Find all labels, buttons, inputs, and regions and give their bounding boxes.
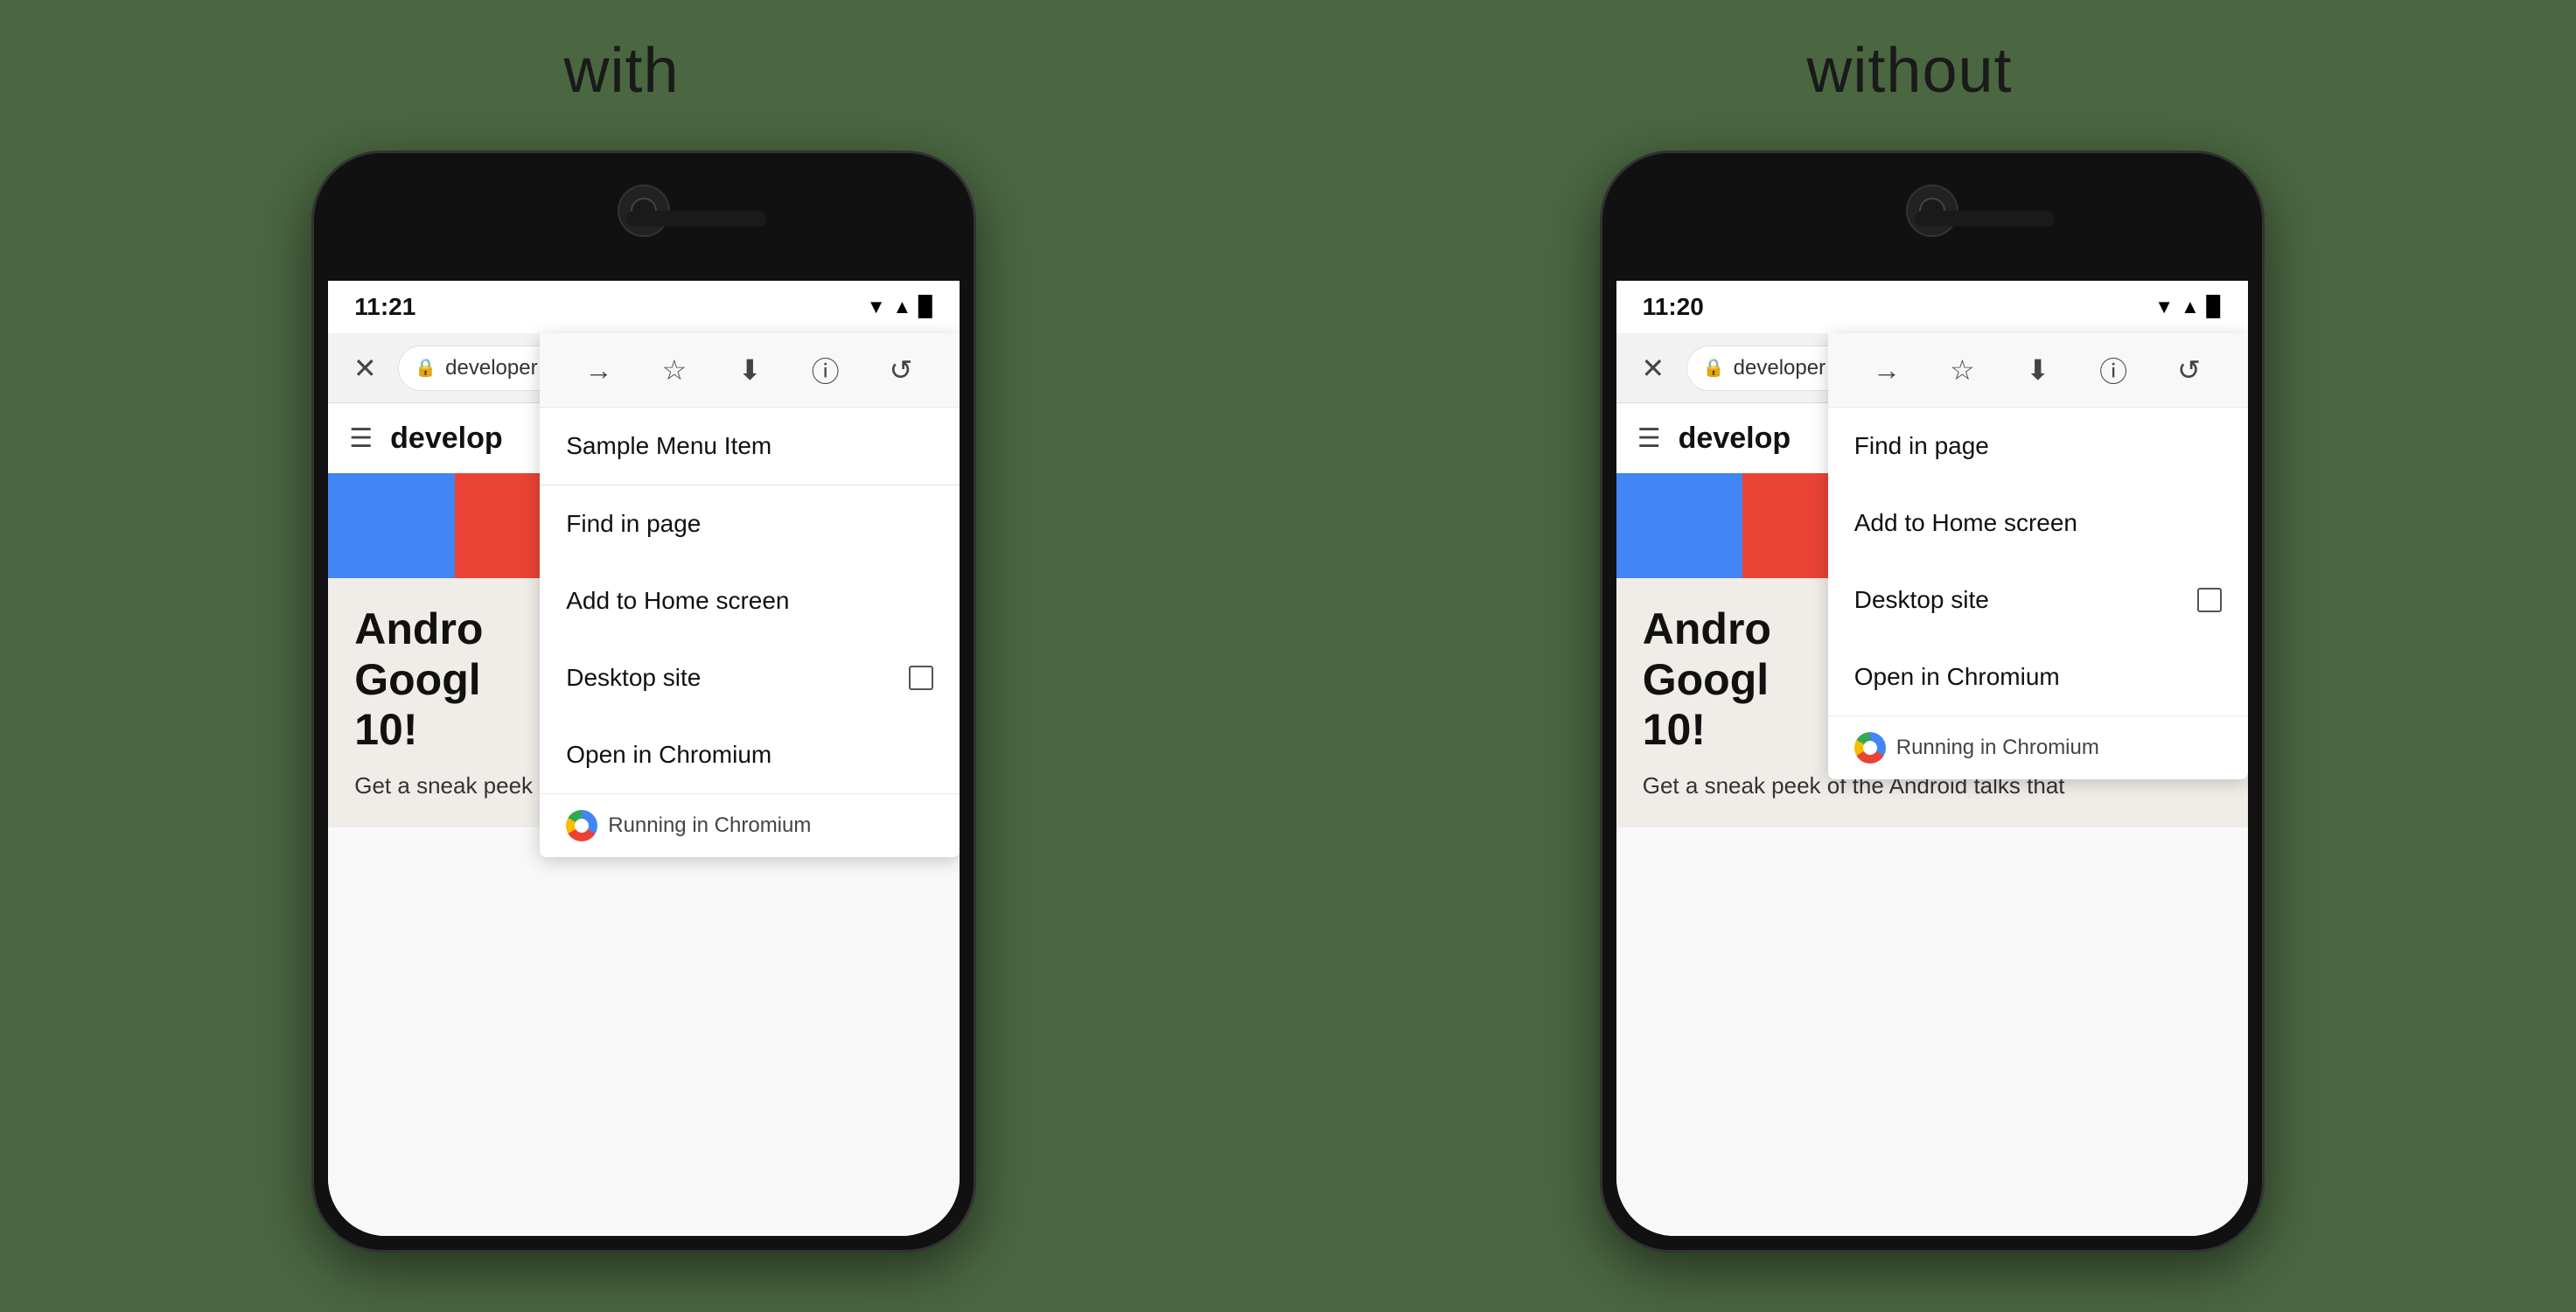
phone-screen-right: 11:20 ▼ ▲ ▉ ✕ 🔒 developer <box>1616 281 2248 1236</box>
close-button-left[interactable]: ✕ <box>346 349 384 387</box>
forward-icon-right[interactable]: → <box>1864 347 1909 393</box>
lock-icon-left: 🔒 <box>415 357 436 379</box>
menu-overlay-right: → ☆ ⬇ ⓘ ↺ Find in page Add to Home scree… <box>1828 333 2248 779</box>
phone-without: 11:20 ▼ ▲ ▉ ✕ 🔒 developer <box>1600 150 2265 1253</box>
status-bar-left: 11:21 ▼ ▲ ▉ <box>328 281 960 333</box>
hamburger-icon-right: ☰ <box>1637 423 1661 454</box>
info-icon-right[interactable]: ⓘ <box>2091 347 2136 393</box>
phone-with-inner: 11:21 ▼ ▲ ▉ ✕ 🔒 developer <box>328 167 960 1236</box>
status-bar-right: 11:20 ▼ ▲ ▉ <box>1616 281 2248 333</box>
phone-without-inner: 11:20 ▼ ▲ ▉ ✕ 🔒 developer <box>1616 167 2248 1236</box>
download-icon-left[interactable]: ⬇ <box>727 347 772 393</box>
labels-row: with without <box>0 0 2576 133</box>
add-to-home-left[interactable]: Add to Home screen <box>540 562 960 639</box>
chromium-icon-right <box>1854 732 1886 764</box>
close-button-right[interactable]: ✕ <box>1634 349 1672 387</box>
menu-overlay-left: → ☆ ⬇ ⓘ ↺ Sample Menu Item Find in page <box>540 333 960 857</box>
phone-screen-left: 11:21 ▼ ▲ ▉ ✕ 🔒 developer <box>328 281 960 1236</box>
app-title-left: develop <box>390 422 502 456</box>
lock-icon-right: 🔒 <box>1703 357 1725 379</box>
chromium-icon-inner-left <box>575 819 589 833</box>
hamburger-icon-left: ☰ <box>349 423 373 454</box>
download-icon-right[interactable]: ⬇ <box>2015 347 2061 393</box>
address-text-right: developer <box>1734 356 1826 380</box>
chromium-icon-left <box>566 810 597 841</box>
running-badge-right: Running in Chromium <box>1828 715 2248 779</box>
status-icons-left: ▼ ▲ ▉ <box>867 296 933 318</box>
refresh-icon-left[interactable]: ↺ <box>878 347 924 393</box>
app-title-right: develop <box>1679 422 1791 456</box>
phone-top-bar-right <box>1616 167 2248 281</box>
with-label: with <box>563 35 679 107</box>
status-icons-right: ▼ ▲ ▉ <box>2154 296 2221 318</box>
status-time-right: 11:20 <box>1643 293 1704 321</box>
sample-menu-item-label: Sample Menu Item <box>566 432 771 459</box>
color-bar-blue-left <box>328 473 454 578</box>
chromium-icon-inner-right <box>1863 741 1877 755</box>
find-in-page-left[interactable]: Find in page <box>540 485 960 562</box>
phone-top-bar-left <box>328 167 960 281</box>
find-in-page-right[interactable]: Find in page <box>1828 408 2248 485</box>
menu-icons-row-right: → ☆ ⬇ ⓘ ↺ <box>1828 333 2248 408</box>
open-in-chromium-left[interactable]: Open in Chromium <box>540 716 960 793</box>
bookmark-icon-right[interactable]: ☆ <box>1939 347 1985 393</box>
info-icon-left[interactable]: ⓘ <box>803 347 848 393</box>
menu-icons-row-left: → ☆ ⬇ ⓘ ↺ <box>540 333 960 408</box>
desktop-site-right[interactable]: Desktop site <box>1828 562 2248 639</box>
without-label: without <box>1806 35 2012 107</box>
running-badge-left: Running in Chromium <box>540 793 960 857</box>
desktop-site-left[interactable]: Desktop site <box>540 639 960 716</box>
bookmark-icon-left[interactable]: ☆ <box>652 347 697 393</box>
add-to-home-right[interactable]: Add to Home screen <box>1828 485 2248 562</box>
sample-menu-item[interactable]: Sample Menu Item <box>540 408 960 485</box>
color-bar-blue-right <box>1616 473 1742 578</box>
running-badge-text-left: Running in Chromium <box>608 813 811 838</box>
address-text-left: developer <box>445 356 537 380</box>
phone-with: 11:21 ▼ ▲ ▉ ✕ 🔒 developer <box>311 150 976 1253</box>
phones-row: 11:21 ▼ ▲ ▉ ✕ 🔒 developer <box>0 133 2576 1253</box>
desktop-site-checkbox-right[interactable] <box>2197 588 2222 612</box>
open-in-chromium-right[interactable]: Open in Chromium <box>1828 639 2248 715</box>
running-badge-text-right: Running in Chromium <box>1896 736 2099 760</box>
speaker-right <box>1915 211 2055 227</box>
forward-icon-left[interactable]: → <box>576 347 621 393</box>
refresh-icon-right[interactable]: ↺ <box>2167 347 2212 393</box>
speaker-left <box>626 211 766 227</box>
desktop-site-checkbox-left[interactable] <box>909 666 933 690</box>
status-time-left: 11:21 <box>354 293 415 321</box>
